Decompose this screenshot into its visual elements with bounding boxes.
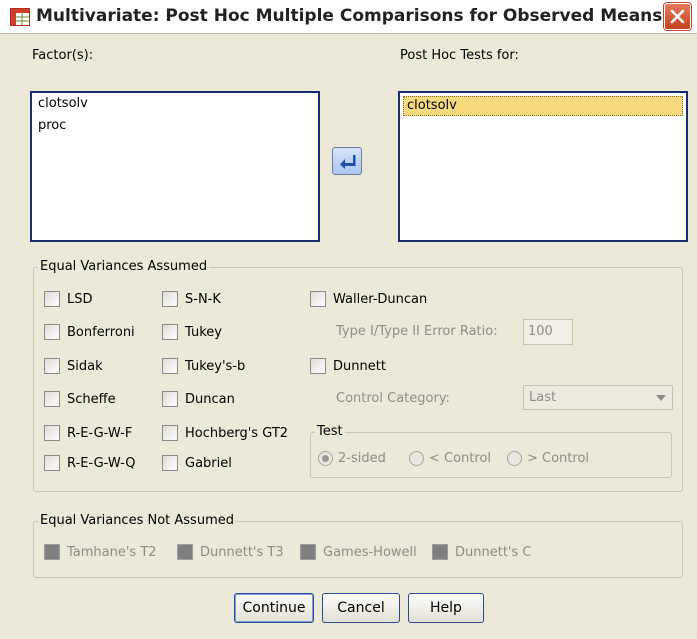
control-category-label: Control Category: — [336, 391, 450, 406]
unequal-variances-group: Equal Variances Not Assumed Tamhane's T2… — [33, 513, 683, 578]
spss-table-icon — [10, 8, 30, 26]
error-ratio-label: Type I/Type II Error Ratio: — [336, 324, 498, 339]
two-sided-radio[interactable]: 2-sided — [318, 451, 386, 466]
duncan-checkbox[interactable]: Duncan — [162, 389, 235, 409]
hochberg-checkbox[interactable]: Hochberg's GT2 — [162, 423, 288, 443]
title-bar: Multivariate: Post Hoc Multiple Comparis… — [0, 0, 697, 34]
window-title: Multivariate: Post Hoc Multiple Comparis… — [36, 6, 663, 26]
move-to-post-hoc-button[interactable] — [332, 147, 362, 175]
waller-duncan-checkbox[interactable]: Waller-Duncan — [310, 289, 427, 309]
continue-button[interactable]: Continue — [234, 593, 314, 623]
scheffe-checkbox[interactable]: Scheffe — [44, 389, 116, 409]
post-hoc-label: Post Hoc Tests for: — [400, 48, 519, 63]
dunnett-c-checkbox[interactable]: Dunnett's C — [432, 542, 531, 562]
bonferroni-checkbox[interactable]: Bonferroni — [44, 322, 135, 342]
less-than-control-radio[interactable]: < Control — [409, 451, 491, 466]
arrow-move-icon — [340, 155, 356, 169]
greater-than-control-radio[interactable]: > Control — [507, 451, 589, 466]
close-icon — [670, 9, 685, 24]
group-legend: Test — [315, 424, 345, 439]
help-button[interactable]: Help — [408, 593, 484, 623]
factors-list[interactable]: clotsolv proc — [30, 91, 320, 242]
lsd-checkbox[interactable]: LSD — [44, 289, 93, 309]
control-category-value: Last — [529, 390, 557, 405]
post-hoc-list[interactable]: clotsolv — [398, 91, 688, 242]
group-legend: Equal Variances Not Assumed — [38, 513, 236, 528]
dunnett-t3-checkbox[interactable]: Dunnett's T3 — [177, 542, 284, 562]
tamhane-checkbox[interactable]: Tamhane's T2 — [44, 542, 157, 562]
snk-checkbox[interactable]: S-N-K — [162, 289, 221, 309]
list-item[interactable]: proc — [32, 115, 318, 137]
factors-label: Factor(s): — [32, 48, 94, 63]
close-button[interactable] — [664, 3, 691, 30]
gabriel-checkbox[interactable]: Gabriel — [162, 453, 232, 473]
group-legend: Equal Variances Assumed — [38, 259, 210, 274]
chevron-down-icon — [656, 395, 666, 401]
regwq-checkbox[interactable]: R-E-G-W-Q — [44, 453, 136, 473]
tukey-checkbox[interactable]: Tukey — [162, 322, 222, 342]
regwf-checkbox[interactable]: R-E-G-W-F — [44, 423, 132, 443]
games-howell-checkbox[interactable]: Games-Howell — [300, 542, 417, 562]
equal-variances-group: Equal Variances Assumed LSD Bonferroni S… — [33, 259, 683, 492]
dialog-body: Factor(s): clotsolv proc Post Hoc Tests … — [0, 34, 697, 639]
test-group: Test 2-sided < Control > Control — [310, 424, 672, 478]
control-category-select[interactable]: Last — [523, 385, 673, 410]
error-ratio-input[interactable]: 100 — [523, 319, 573, 345]
list-item[interactable]: clotsolv — [32, 93, 318, 115]
tukeys-b-checkbox[interactable]: Tukey's-b — [162, 356, 245, 376]
sidak-checkbox[interactable]: Sidak — [44, 356, 103, 376]
cancel-button[interactable]: Cancel — [322, 593, 400, 623]
dunnett-checkbox[interactable]: Dunnett — [310, 356, 386, 376]
list-item[interactable]: clotsolv — [403, 96, 683, 116]
